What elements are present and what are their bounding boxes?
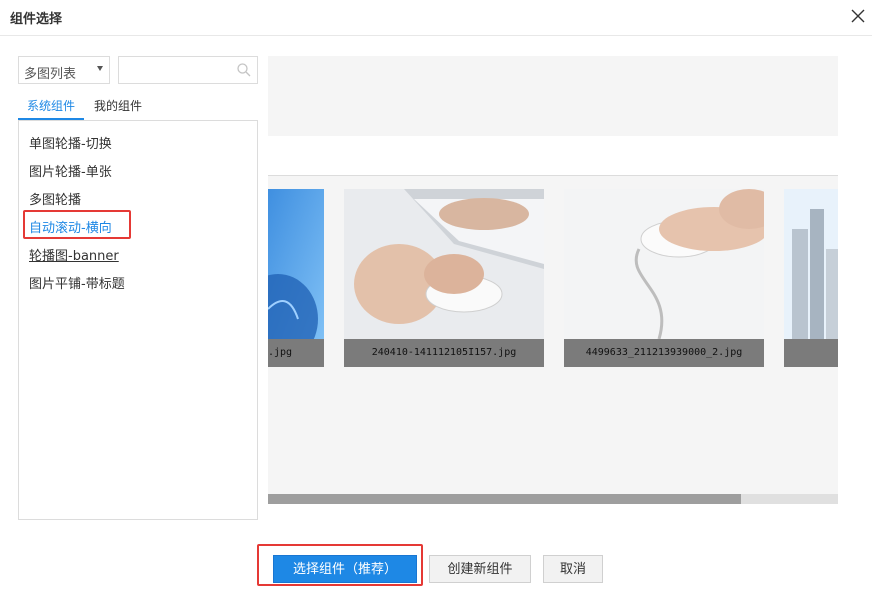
cancel-button[interactable]: 取消 [543, 555, 603, 583]
create-new-component-button[interactable]: 创建新组件 [429, 555, 531, 583]
tab-system-components[interactable]: 系统组件 [18, 96, 84, 120]
image-caption: 240410-141112105I157.jpg [344, 339, 544, 367]
tab-my-components[interactable]: 我的组件 [94, 96, 142, 120]
gallery-image-card[interactable]: 4499633_211213939000_2.jpg [564, 189, 764, 367]
component-list: 单图轮播-切换 图片轮播-单张 多图轮播 自动滚动-横向 轮播图-banner … [18, 120, 258, 520]
list-item[interactable]: 图片平铺-带标题 [29, 273, 125, 292]
gallery-image [784, 189, 838, 339]
list-item[interactable]: 多图轮播 [29, 189, 81, 208]
image-gallery: .jpg 240410-141112105I157.jpg 4499633_21… [268, 176, 838, 494]
list-item[interactable]: 图片轮播-单张 [29, 161, 112, 180]
search-input[interactable] [119, 57, 231, 83]
search-icon[interactable] [236, 62, 252, 78]
gallery-image-card[interactable] [784, 189, 838, 367]
dialog-titlebar: 组件选择 [0, 0, 872, 36]
select-component-button[interactable]: 选择组件（推荐） [273, 555, 417, 583]
gallery-image-card[interactable]: 240410-141112105I157.jpg [344, 189, 544, 367]
image-caption: 4499633_211213939000_2.jpg [564, 339, 764, 367]
preview-header-area [268, 56, 838, 136]
image-caption: .jpg [268, 339, 324, 367]
gallery-image-card[interactable]: .jpg [268, 189, 324, 367]
component-tabs: 系统组件 我的组件 [18, 96, 258, 120]
gallery-scrollbar[interactable] [268, 494, 838, 504]
list-item[interactable]: 单图轮播-切换 [29, 133, 112, 152]
chevron-down-icon [97, 66, 103, 71]
gallery-image [564, 189, 764, 340]
image-caption [784, 339, 838, 367]
gallery-image [344, 189, 544, 339]
scrollbar-thumb[interactable] [268, 494, 742, 504]
dialog-title: 组件选择 [10, 12, 63, 27]
close-icon[interactable] [848, 6, 868, 26]
component-type-value: 多图列表 [24, 67, 77, 82]
selected-item-highlight [23, 210, 131, 239]
gallery-image [268, 189, 324, 364]
list-item[interactable]: 轮播图-banner [29, 245, 119, 264]
component-type-select[interactable]: 多图列表 [18, 56, 110, 84]
search-box[interactable] [118, 56, 258, 84]
